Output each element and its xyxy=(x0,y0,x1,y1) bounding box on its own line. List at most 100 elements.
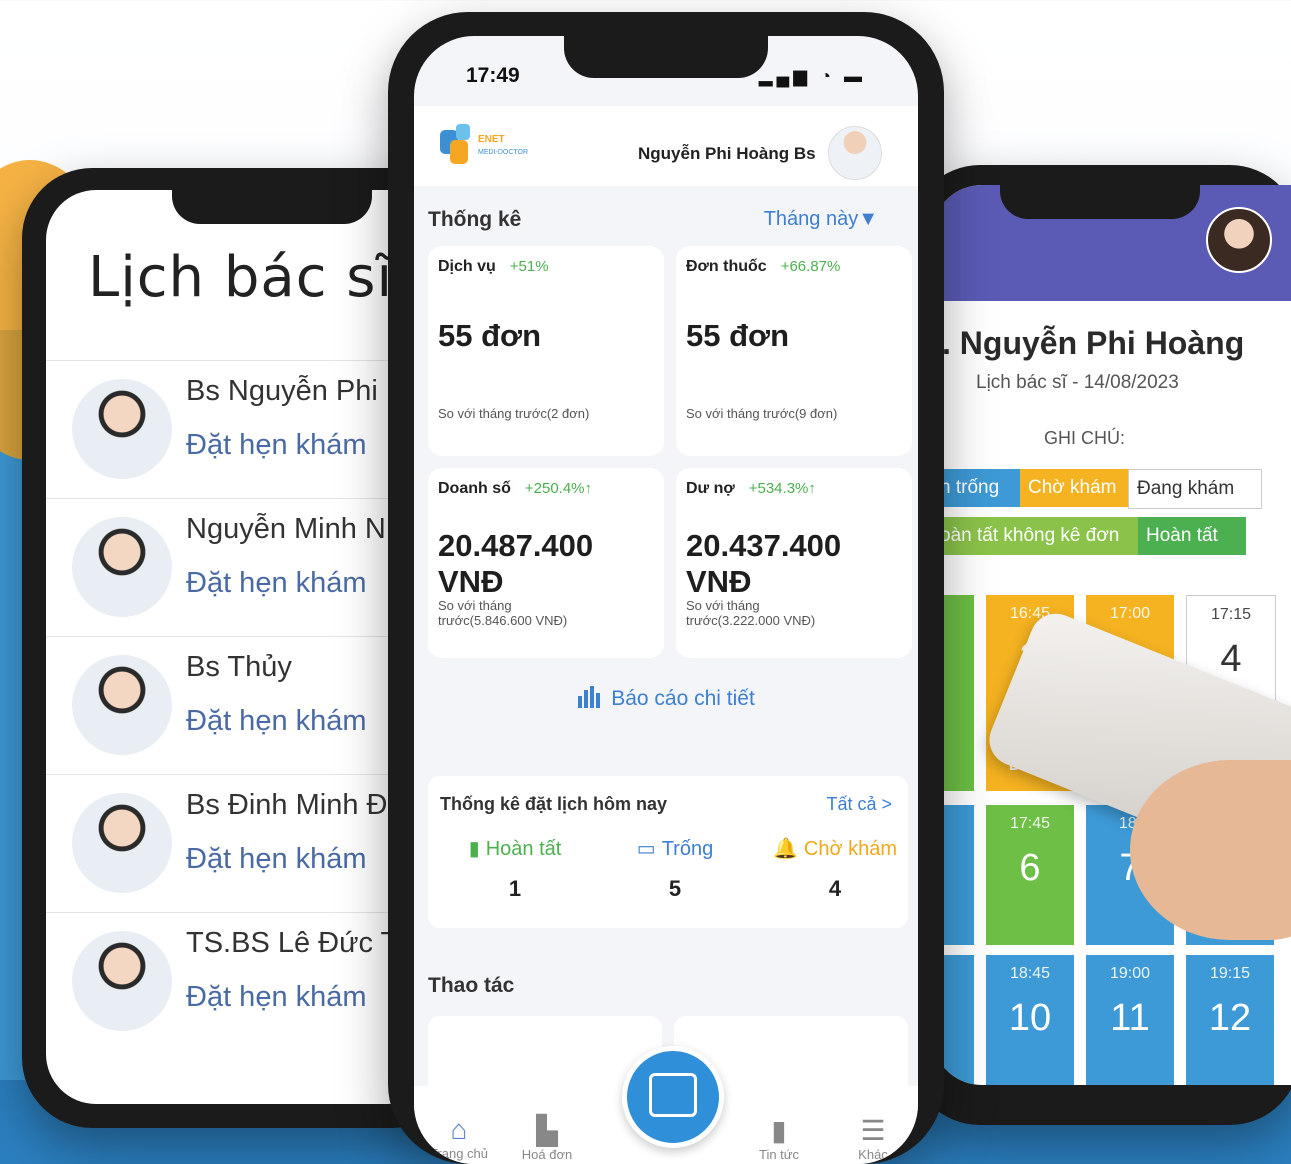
schedule-slot[interactable]: 17:45 6 xyxy=(986,805,1074,945)
legend-chip: Hoàn tất xyxy=(1138,517,1246,555)
schedule-slot[interactable]: 18:45 10 xyxy=(986,955,1074,1085)
calendar-icon xyxy=(649,1073,697,1117)
list-item[interactable]: Bs Nguyễn Phi H Đặt hẹn khám xyxy=(46,360,438,497)
stat-label-text: Đơn thuốc xyxy=(686,258,767,275)
today-item[interactable]: 🔔 Chờ khám xyxy=(760,836,910,861)
slot-time: 17:00 xyxy=(1109,605,1151,622)
today-stats: Thống kê đặt lịch hôm nay Tất cả > ▮ Hoàn… xyxy=(428,776,908,928)
app-bar: ENET MEDI-DOCTOR Nguyễn Phi Hoàng Bs xyxy=(414,106,918,186)
avatar xyxy=(72,517,172,617)
status-icons: ▂▄▆ ◔ ▬ xyxy=(758,66,866,86)
schedule-slot[interactable]: 19:00 11 xyxy=(1086,955,1174,1085)
stat-label-text: Dư nợ xyxy=(686,480,735,497)
stat-label: Dư nợ +534.3%↑ xyxy=(686,480,816,498)
book-appointment-link[interactable]: Đặt hẹn khám xyxy=(186,981,367,1014)
logo: ENET MEDI-DOCTOR xyxy=(440,124,528,164)
list-item[interactable]: Bs Thủy Đặt hẹn khám xyxy=(46,636,438,773)
stat-card[interactable]: Dư nợ +534.3%↑ 20.437.400 VNĐ So với tháng … xyxy=(676,468,912,658)
legend-chip: h trống xyxy=(932,469,1024,507)
today-item-count: 4 xyxy=(828,876,842,901)
avatar xyxy=(72,379,172,479)
doctor-name: Bs Nguyễn Phi H xyxy=(186,375,407,407)
left-screen: Lịch bác sĩ Bs Nguyễn Phi H Đặt hẹn khám N… xyxy=(46,190,438,1104)
avatar xyxy=(72,655,172,755)
stat-label: Dịch vụ +51% xyxy=(438,258,549,276)
schedule-slot[interactable]: 19:15 12 xyxy=(1186,955,1274,1085)
actions-title: Thao tác xyxy=(428,974,515,997)
doctor-name: Nguyễn Minh N xyxy=(186,513,386,545)
stat-card[interactable]: Dịch vụ +51% 55 đơn So với tháng trước(2 đơ… xyxy=(428,246,664,456)
stat-card[interactable]: Doanh số +250.4%↑ 20.487.400 VNĐ So với thá… xyxy=(428,468,664,658)
slot-time: 18:45 xyxy=(1009,965,1051,982)
center-screen: 17:49 ▂▄▆ ◔ ▬ ENET MEDI-DOCTOR Nguyễn Ph… xyxy=(414,36,918,1164)
list-item[interactable]: Bs Đinh Minh Đu Đặt hẹn khám xyxy=(46,774,438,911)
stat-value: 55 đơn xyxy=(438,318,542,353)
today-item-label: Trống xyxy=(661,838,714,860)
tab-invoices[interactable]: ▙ Hoá đơn xyxy=(502,1114,592,1162)
list-item[interactable]: TS.BS Lê Đức Tín Đặt hẹn khám xyxy=(46,912,438,1049)
stat-label-text: Doanh số xyxy=(438,480,511,497)
stat-label: Doanh số +250.4%↑ xyxy=(438,480,592,498)
stat-label: Đơn thuốc +66.87% xyxy=(686,258,840,276)
report-link[interactable]: Báo cáo chi tiết xyxy=(414,686,918,714)
slot-number: 6 xyxy=(1019,847,1041,889)
book-appointment-link[interactable]: Đặt hẹn khám xyxy=(186,429,367,462)
stat-label-text: Dịch vụ xyxy=(438,258,496,275)
avatar xyxy=(72,793,172,893)
tab-label: Tin tức xyxy=(758,1147,799,1162)
slot-time: 19:00 xyxy=(1109,965,1151,982)
avatar[interactable] xyxy=(1206,207,1272,273)
today-item-label: Chờ khám xyxy=(803,838,898,860)
tab-news[interactable]: ▮ Tin tức xyxy=(734,1114,824,1162)
today-item-label: Hoàn tất xyxy=(485,838,562,860)
legend-chip: Chờ khám xyxy=(1020,469,1136,507)
bookmark-icon: ▮ xyxy=(771,1115,787,1146)
slot-time: 19:15 xyxy=(1209,965,1251,982)
see-all-link[interactable]: Tất cả > xyxy=(826,794,892,815)
today-item-count: 5 xyxy=(668,876,682,901)
notch xyxy=(1000,185,1200,219)
slot-number: 10 xyxy=(1008,997,1052,1039)
home-icon: ⌂ xyxy=(450,1114,468,1145)
period-dropdown[interactable]: Tháng này▼ xyxy=(764,208,878,231)
page-title: Lịch bác sĩ xyxy=(88,245,394,310)
book-appointment-link[interactable]: Đặt hẹn khám xyxy=(186,567,367,600)
tab-label: Hoá đơn xyxy=(521,1147,573,1162)
stat-change: +534.3%↑ xyxy=(748,480,816,497)
status-time: 17:49 xyxy=(466,64,520,87)
legend-title: GHI CHÚ: xyxy=(1044,428,1125,448)
center-phone: 17:49 ▂▄▆ ◔ ▬ ENET MEDI-DOCTOR Nguyễn Ph… xyxy=(388,12,944,1164)
book-appointment-link[interactable]: Đặt hẹn khám xyxy=(186,843,367,876)
today-item[interactable]: ▮ Hoàn tất xyxy=(440,836,590,861)
bookmark-icon: ▮ xyxy=(468,838,480,860)
tab-more[interactable]: ☰ Khác xyxy=(828,1114,918,1162)
legend-chip: Đang khám xyxy=(1128,469,1262,509)
avatar xyxy=(72,931,172,1031)
tab-home[interactable]: ⌂ Trang chủ xyxy=(414,1114,504,1161)
doctor-name: Bs Đinh Minh Đu xyxy=(186,789,404,821)
today-item-count: 1 xyxy=(508,876,522,901)
today-title: Thống kê đặt lịch hôm nay xyxy=(440,794,668,814)
report-link-label: Báo cáo chi tiết xyxy=(611,687,755,710)
stat-change: +250.4%↑ xyxy=(524,480,593,497)
list-item[interactable]: Nguyễn Minh N Đặt hẹn khám xyxy=(46,498,438,635)
today-item[interactable]: ▭ Trống xyxy=(600,836,750,861)
avatar[interactable] xyxy=(828,126,882,180)
stat-compare: So với tháng trước(2 đơn) xyxy=(438,406,590,421)
bell-icon: 🔔 xyxy=(772,838,798,860)
svg-text:ENET: ENET xyxy=(478,134,505,145)
schedule-date: Lịch bác sĩ - 14/08/2023 xyxy=(976,372,1179,393)
stat-card[interactable]: Đơn thuốc +66.87% 55 đơn So với tháng trước… xyxy=(676,246,912,456)
stat-compare: So với tháng trước(5.846.600 VNĐ) xyxy=(438,598,568,628)
document-icon: ▙ xyxy=(536,1115,558,1146)
stats-title: Thống kê xyxy=(428,208,522,231)
calendar-button[interactable] xyxy=(622,1046,724,1148)
notch xyxy=(172,190,372,224)
slot-number: 11 xyxy=(1110,997,1150,1039)
slot-number: 12 xyxy=(1208,997,1252,1039)
calendar-icon: ▭ xyxy=(636,838,656,860)
book-appointment-link[interactable]: Đặt hẹn khám xyxy=(186,705,367,738)
stat-change: +66.87% xyxy=(780,258,841,275)
user-name: Nguyễn Phi Hoàng Bs xyxy=(638,144,816,163)
slot-time: 17:15 xyxy=(1210,606,1252,623)
